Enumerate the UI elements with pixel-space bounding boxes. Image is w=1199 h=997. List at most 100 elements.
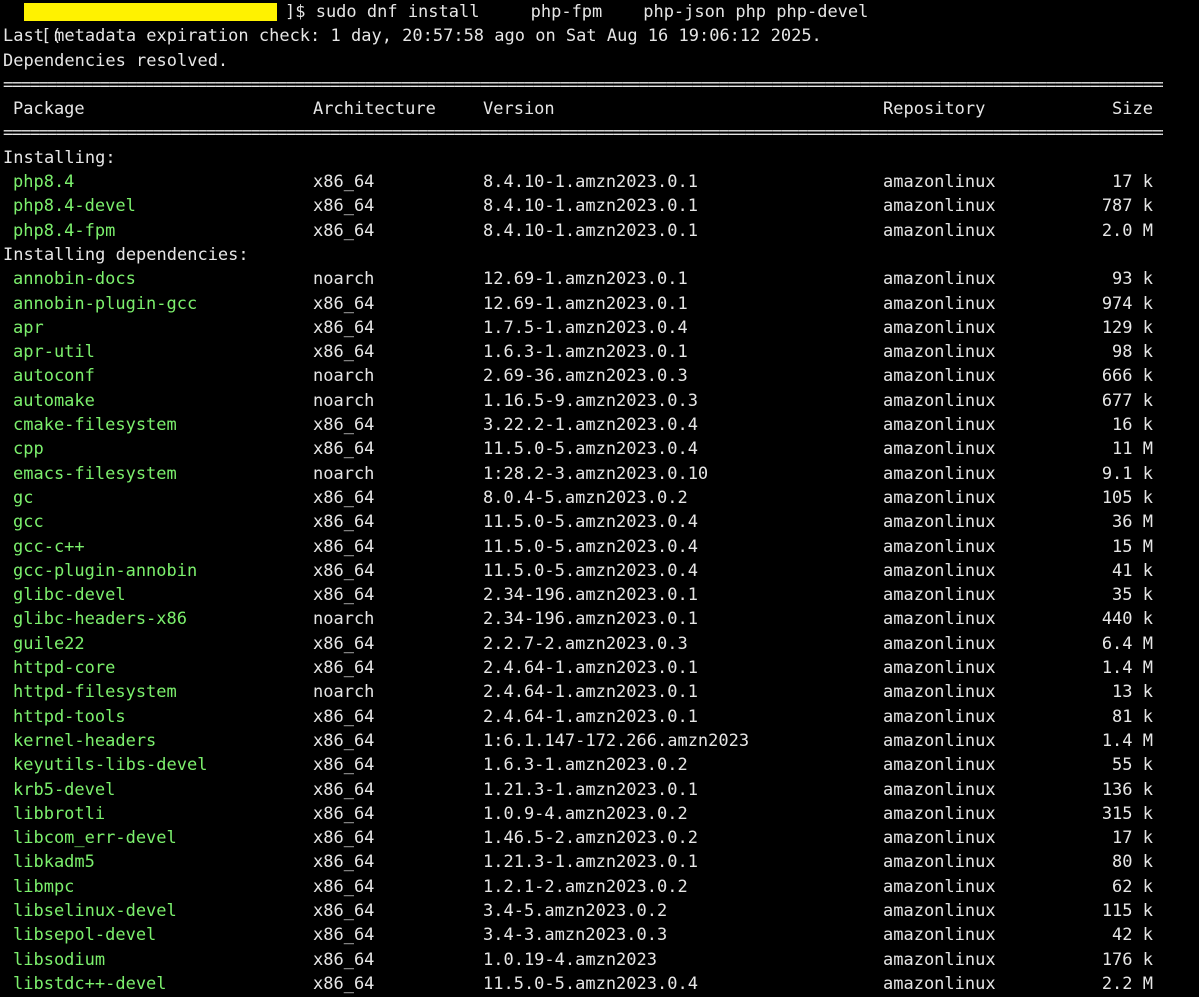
package-size: 41 k <box>1112 560 1153 581</box>
terminal-window[interactable]: [(]$ sudo dnf install php-fpm php-json p… <box>0 0 1199 997</box>
package-name: php8.4 <box>13 172 75 193</box>
separator-rule-bottom-text: ========================================… <box>3 123 1163 144</box>
package-name: php8.4-devel <box>13 196 136 217</box>
separator-rule-top-text: ========================================… <box>3 74 1163 95</box>
package-version: 1:28.2-3.amzn2023.0.10 <box>483 463 709 484</box>
table-row: cpp x86_64 11.5.0-5.amzn2023.0.4 amazonlinu… <box>0 437 1199 461</box>
package-size: 17 k <box>1112 172 1153 193</box>
package-repository: amazonlinux <box>883 779 996 800</box>
package-repository: amazonlinux <box>883 342 996 363</box>
table-row: automake noarch 1.16.5-9.amzn2023.0.3 amazo… <box>0 389 1199 413</box>
table-row: libsodium x86_64 1.0.19-4.amzn2023 amazonli… <box>0 948 1199 972</box>
package-version: 2.2.7-2.amzn2023.0.3 <box>483 633 688 654</box>
header-size: Size <box>1112 99 1153 120</box>
package-size: 176 k <box>1101 949 1153 970</box>
package-arch: x86_64 <box>313 658 375 679</box>
package-repository: amazonlinux <box>883 415 996 436</box>
package-version: 1.0.19-4.amzn2023 <box>483 949 657 970</box>
package-repository: amazonlinux <box>883 755 996 776</box>
package-size: 6.4 M <box>1101 633 1153 654</box>
package-version: 1.21.3-1.amzn2023.0.1 <box>483 779 698 800</box>
table-row: glibc-headers-x86 noarch 2.34-196.amzn2023… <box>0 607 1199 631</box>
package-arch: noarch <box>313 609 375 630</box>
package-name: apr-util <box>13 342 95 363</box>
table-row: php8.4 x86_64 8.4.10-1.amzn2023.0.1 amazonl… <box>0 170 1199 194</box>
package-name: glibc-devel <box>13 585 126 606</box>
table-row: httpd-tools x86_64 2.4.64-1.amzn2023.0.1 am… <box>0 705 1199 729</box>
package-arch: noarch <box>313 682 375 703</box>
package-size: 2.0 M <box>1101 220 1153 241</box>
package-name: annobin-docs <box>13 269 136 290</box>
header-repository: Repository <box>883 99 986 120</box>
table-row: glibc-devel x86_64 2.34-196.amzn2023.0.1 am… <box>0 583 1199 607</box>
table-row: krb5-devel x86_64 1.21.3-1.amzn2023.0.1 ama… <box>0 778 1199 802</box>
package-repository: amazonlinux <box>883 390 996 411</box>
table-row: kernel-headers x86_64 1:6.1.147-172.266.am… <box>0 729 1199 753</box>
package-name: libcom_err-devel <box>13 828 177 849</box>
table-row: apr-util x86_64 1.6.3-1.amzn2023.0.1 amazon… <box>0 340 1199 364</box>
package-version: 1.46.5-2.amzn2023.0.2 <box>483 828 698 849</box>
package-size: 55 k <box>1112 755 1153 776</box>
package-size: 105 k <box>1101 487 1153 508</box>
package-repository: amazonlinux <box>883 487 996 508</box>
package-repository: amazonlinux <box>883 949 996 970</box>
table-row: libbrotli x86_64 1.0.9-4.amzn2023.0.2 amazo… <box>0 802 1199 826</box>
package-version: 3.4-3.amzn2023.0.3 <box>483 925 668 946</box>
package-size: 42 k <box>1112 925 1153 946</box>
table-row: keyutils-libs-devel x86_64 1.6.3-1.amzn202… <box>0 753 1199 777</box>
package-arch: x86_64 <box>313 633 375 654</box>
package-size: 315 k <box>1101 803 1153 824</box>
package-size: 136 k <box>1101 779 1153 800</box>
table-row: autoconf noarch 2.69-36.amzn2023.0.3 amazon… <box>0 364 1199 388</box>
package-repository: amazonlinux <box>883 658 996 679</box>
package-name: annobin-plugin-gcc <box>13 293 198 314</box>
package-arch: x86_64 <box>313 317 375 338</box>
package-name: libselinux-devel <box>13 900 177 921</box>
package-repository: amazonlinux <box>883 196 996 217</box>
package-name: apr <box>13 317 44 338</box>
redacted-hostname <box>24 3 277 21</box>
package-version: 2.69-36.amzn2023.0.3 <box>483 366 688 387</box>
header-architecture: Architecture <box>313 99 436 120</box>
package-arch: x86_64 <box>313 803 375 824</box>
table-row: gcc-c++ x86_64 11.5.0-5.amzn2023.0.4 amazon… <box>0 535 1199 559</box>
header-version: Version <box>483 99 555 120</box>
package-sections: Installing: php8.4 x86_64 8.4.10-1.amzn2023… <box>0 146 1199 996</box>
package-repository: amazonlinux <box>883 633 996 654</box>
package-version: 11.5.0-5.amzn2023.0.4 <box>483 536 698 557</box>
separator-rule-top: ========================================… <box>0 73 1199 97</box>
package-repository: amazonlinux <box>883 609 996 630</box>
package-version: 1.16.5-9.amzn2023.0.3 <box>483 390 698 411</box>
package-name: httpd-tools <box>13 706 126 727</box>
package-arch: x86_64 <box>313 755 375 776</box>
package-name: kernel-headers <box>13 730 157 751</box>
package-size: 11 M <box>1112 439 1153 460</box>
package-arch: x86_64 <box>313 828 375 849</box>
package-arch: x86_64 <box>313 949 375 970</box>
command-prompt-line: [(]$ sudo dnf install php-fpm php-json p… <box>0 0 1199 46</box>
package-version: 11.5.0-5.amzn2023.0.4 <box>483 973 698 994</box>
package-repository: amazonlinux <box>883 706 996 727</box>
package-name: krb5-devel <box>13 779 116 800</box>
package-size: 36 M <box>1112 512 1153 533</box>
package-version: 12.69-1.amzn2023.0.1 <box>483 269 688 290</box>
package-name: automake <box>13 390 95 411</box>
package-arch: x86_64 <box>313 439 375 460</box>
package-version: 3.22.2-1.amzn2023.0.4 <box>483 415 698 436</box>
package-name: gc <box>13 487 34 508</box>
package-size: 9.1 k <box>1101 463 1153 484</box>
package-name: emacs-filesystem <box>13 463 177 484</box>
package-version: 1.2.1-2.amzn2023.0.2 <box>483 876 688 897</box>
table-row: guile22 x86_64 2.2.7-2.amzn2023.0.3 amazonl… <box>0 632 1199 656</box>
package-size: 129 k <box>1101 317 1153 338</box>
table-row: emacs-filesystem noarch 1:28.2-3.amzn2023.… <box>0 462 1199 486</box>
package-arch: x86_64 <box>313 415 375 436</box>
section-title: Installing: <box>3 147 116 168</box>
table-row: httpd-filesystem noarch 2.4.64-1.amzn2023.… <box>0 680 1199 704</box>
package-version: 11.5.0-5.amzn2023.0.4 <box>483 439 698 460</box>
package-size: 15 M <box>1112 536 1153 557</box>
package-version: 8.4.10-1.amzn2023.0.1 <box>483 172 698 193</box>
package-size: 787 k <box>1101 196 1153 217</box>
package-size: 974 k <box>1101 293 1153 314</box>
table-row: php8.4-fpm x86_64 8.4.10-1.amzn2023.0.1 ama… <box>0 219 1199 243</box>
